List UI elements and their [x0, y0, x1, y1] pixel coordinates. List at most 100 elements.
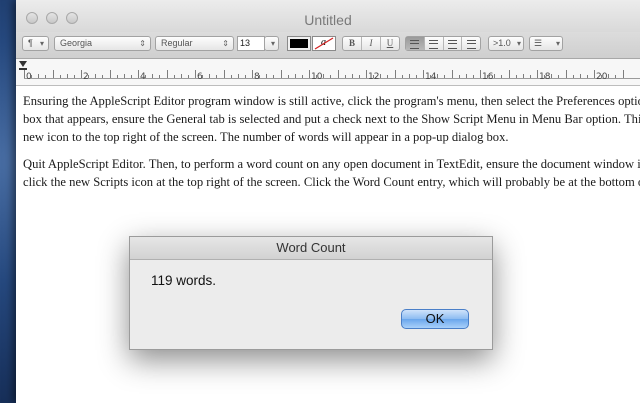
font-family-popup[interactable]: Georgia ⇕ [54, 36, 151, 51]
title-bar[interactable]: Untitled [16, 0, 640, 32]
ruler-tick [465, 74, 467, 78]
ruler-tick [423, 70, 424, 78]
ruler-tick [81, 70, 82, 78]
ruler-tick [394, 70, 396, 78]
ruler-tick [437, 74, 439, 78]
bold-button[interactable]: B [343, 37, 362, 50]
text-style-segmented: B I U [342, 36, 400, 51]
ruler-tick [266, 74, 268, 78]
font-size-menu-button[interactable]: ▾ [264, 36, 279, 51]
list-bullets-popup[interactable]: ☰ ▾ [529, 36, 563, 51]
ruler-tick [309, 70, 310, 78]
paragraph-styles-popup[interactable]: ¶ ▾ [22, 36, 49, 51]
ruler-tick [401, 75, 403, 78]
ruler-tick [451, 70, 453, 78]
ruler-tick [330, 75, 332, 78]
font-style-popup[interactable]: Regular ⇕ [155, 36, 234, 51]
ruler-tick [244, 75, 246, 78]
updown-arrows-icon: ⇕ [139, 39, 146, 48]
ruler-tick [508, 70, 510, 78]
ruler-tick [166, 70, 168, 78]
ruler-tick [551, 74, 553, 78]
ruler-tick [38, 74, 40, 78]
justify-button[interactable] [462, 37, 480, 50]
text-color-well[interactable] [287, 36, 311, 51]
ruler-tick [237, 74, 239, 78]
text-line: click the new Scripts icon at the top ri… [23, 175, 640, 189]
text-color-swatch [290, 39, 308, 48]
document-text[interactable]: Ensuring the AppleScript Editor program … [23, 92, 640, 200]
ruler-tick [358, 75, 360, 78]
justify-icon [466, 40, 476, 49]
ruler-tick [88, 75, 90, 78]
align-center-icon [429, 40, 439, 49]
ruler-tick [195, 70, 196, 78]
ruler-tick [202, 75, 204, 78]
chevron-down-icon: ▾ [270, 39, 275, 48]
ruler-tick [52, 70, 54, 78]
underline-button[interactable]: U [381, 37, 399, 50]
highlight-color-well[interactable]: a [312, 36, 336, 51]
ruler-tick [544, 75, 546, 78]
ruler-tick [95, 74, 97, 78]
ruler-tick [387, 75, 389, 78]
line-spacing-value: >1.0 [493, 38, 511, 48]
textedit-window: Untitled ¶ ▾ Georgia ⇕ Regular ⇕ 13 ▾ a B [16, 0, 640, 403]
ruler-tick [123, 74, 125, 78]
text-line: Ensuring the AppleScript Editor program … [23, 94, 640, 108]
ruler-tick [287, 75, 289, 78]
ruler-tick [480, 70, 481, 78]
paragraph-icon: ¶ [28, 38, 33, 48]
list-icon: ☰ [534, 38, 543, 48]
dialog-title: Word Count [130, 237, 492, 260]
ruler-tick [31, 75, 33, 78]
ruler-tick [223, 70, 225, 78]
text-line: box that appears, ensure the General tab… [23, 112, 640, 126]
ruler[interactable]: 02468101214161820 [16, 59, 640, 86]
ruler-tick [109, 70, 111, 78]
ruler-tick [273, 75, 275, 78]
ruler-tick [152, 74, 154, 78]
ruler-tick [515, 75, 517, 78]
font-style-value: Regular [161, 38, 193, 48]
ruler-tick [252, 70, 253, 78]
align-left-button[interactable] [406, 37, 425, 50]
ruler-tick [344, 75, 346, 78]
ruler-tick [430, 75, 432, 78]
align-right-button[interactable] [444, 37, 463, 50]
ruler-tick [458, 75, 460, 78]
window-title: Untitled [304, 12, 352, 28]
font-size-value: 13 [240, 38, 251, 48]
paragraph: Quit AppleScript Editor. Then, to perfor… [23, 155, 640, 191]
text-line: new icon to the top right of the screen.… [23, 130, 509, 144]
ruler-tick [529, 75, 531, 78]
paragraph: Ensuring the AppleScript Editor program … [23, 92, 640, 146]
ruler-tick [494, 74, 496, 78]
ruler-tick [487, 75, 489, 78]
ruler-tick [366, 70, 367, 78]
ruler-tick [230, 75, 232, 78]
font-family-value: Georgia [60, 38, 93, 48]
ok-button[interactable]: OK [401, 309, 469, 329]
first-line-indent-marker-icon[interactable] [19, 61, 27, 67]
ruler-tick [180, 74, 182, 78]
ruler-tick [102, 75, 104, 78]
ruler-tick [615, 75, 617, 78]
ruler-tick [73, 75, 75, 78]
italic-button[interactable]: I [362, 37, 381, 50]
ruler-tick [145, 75, 147, 78]
ruler-tick [380, 74, 382, 78]
ruler-tick [45, 75, 47, 78]
ruler-tick [316, 75, 318, 78]
ruler-tick [59, 75, 61, 78]
ruler-tick [594, 70, 595, 78]
left-indent-marker-icon[interactable] [19, 68, 27, 70]
ruler-tick [373, 75, 375, 78]
align-center-button[interactable] [425, 37, 444, 50]
ruler-tick [138, 70, 139, 78]
ruler-tick [337, 70, 339, 78]
ruler-tick [159, 75, 161, 78]
ruler-tick [323, 74, 325, 78]
line-spacing-popup[interactable]: >1.0 ▾ [488, 36, 524, 51]
font-size-field[interactable]: 13 [237, 36, 265, 51]
